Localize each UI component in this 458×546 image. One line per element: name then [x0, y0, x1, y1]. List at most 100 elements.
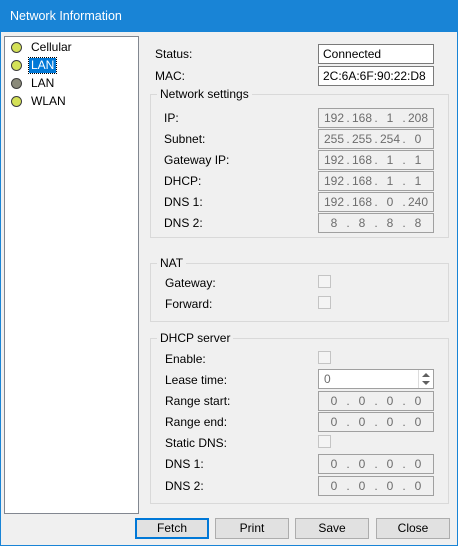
static-dns-checkbox[interactable]	[318, 435, 331, 448]
group-title: NAT	[157, 256, 187, 270]
ip-octet[interactable]: 168	[350, 195, 374, 209]
ip-octet[interactable]: 0	[322, 479, 346, 493]
dns2-label: DNS 2:	[164, 216, 203, 230]
ip-octet[interactable]: 0	[322, 415, 346, 429]
stepper-buttons[interactable]	[418, 370, 433, 388]
ip-octet[interactable]: 1	[406, 174, 430, 188]
dhcp-enable-checkbox[interactable]	[318, 351, 331, 364]
ip-octet[interactable]: 0	[406, 132, 430, 146]
dhcp-label: DHCP:	[164, 174, 202, 188]
ip-octet[interactable]: 0	[378, 479, 402, 493]
nat-group: NAT	[150, 256, 449, 322]
range-end-field[interactable]: 0.0.0.0	[318, 412, 434, 432]
ip-octet[interactable]: 208	[406, 111, 430, 125]
ip-octet[interactable]: 0	[378, 394, 402, 408]
mac-label: MAC:	[155, 69, 185, 83]
details-panel: Status: Connected MAC: 2C:6A:6F:90:22:D8…	[143, 36, 456, 510]
ip-octet[interactable]: 192	[322, 111, 346, 125]
ip-field[interactable]: 192. 168. 1. 208	[318, 108, 434, 128]
tree-item-cellular[interactable]: Cellular	[11, 39, 74, 55]
interface-tree[interactable]: Cellular LAN LAN WLAN	[4, 36, 139, 514]
lease-time-stepper[interactable]: 0	[318, 369, 434, 389]
status-bulb-icon	[11, 95, 22, 107]
ip-octet[interactable]: 0	[350, 479, 374, 493]
nat-gateway-label: Gateway:	[165, 276, 216, 290]
group-title: Network settings	[157, 87, 252, 101]
window-title: Network Information	[0, 0, 458, 32]
dhcp-dns2-field[interactable]: 0.0.0.0	[318, 476, 434, 496]
ip-octet[interactable]: 240	[406, 195, 430, 209]
subnet-label: Subnet:	[164, 132, 206, 146]
close-button[interactable]: Close	[376, 518, 450, 539]
ip-octet[interactable]: 0	[378, 415, 402, 429]
ip-octet[interactable]: 192	[322, 174, 346, 188]
dhcp-dns1-field[interactable]: 0.0.0.0	[318, 454, 434, 474]
print-button[interactable]: Print	[215, 518, 289, 539]
range-start-label: Range start:	[165, 394, 231, 408]
ip-octet[interactable]: 0	[406, 394, 430, 408]
ip-octet[interactable]: 0	[406, 457, 430, 471]
ip-label: IP:	[164, 111, 179, 125]
subnet-field[interactable]: 255. 255. 254. 0	[318, 129, 434, 149]
dhcp-dns2-label: DNS 2:	[165, 479, 204, 493]
dns1-field[interactable]: 192. 168. 0. 240	[318, 192, 434, 212]
ip-octet[interactable]: 0	[406, 415, 430, 429]
ip-octet[interactable]: 0	[350, 394, 374, 408]
static-dns-label: Static DNS:	[165, 436, 228, 450]
tree-item-wlan[interactable]: WLAN	[11, 93, 68, 109]
ip-octet[interactable]: 1	[406, 153, 430, 167]
status-bulb-icon	[11, 77, 22, 89]
ip-octet[interactable]: 0	[406, 479, 430, 493]
tree-item-lan[interactable]: LAN	[11, 56, 58, 74]
tree-item-lan-2[interactable]: LAN	[11, 75, 56, 91]
ip-octet[interactable]: 8	[406, 216, 430, 230]
tree-item-label: LAN	[27, 56, 58, 74]
gateway-ip-label: Gateway IP:	[164, 153, 230, 167]
nat-forward-checkbox[interactable]	[318, 296, 331, 309]
dns2-field[interactable]: 8.8.8.8	[318, 213, 434, 233]
nat-gateway-checkbox[interactable]	[318, 275, 331, 288]
dhcp-dns1-label: DNS 1:	[165, 457, 204, 471]
arrow-up-icon[interactable]	[422, 373, 430, 377]
ip-octet[interactable]: 1	[378, 153, 402, 167]
ip-octet[interactable]: 192	[322, 153, 346, 167]
ip-octet[interactable]: 0	[378, 195, 402, 209]
status-label: Status:	[155, 47, 193, 61]
tree-item-label: WLAN	[31, 93, 66, 108]
ip-octet[interactable]: 255	[350, 132, 374, 146]
ip-octet[interactable]: 0	[378, 457, 402, 471]
ip-octet[interactable]: 8	[378, 216, 402, 230]
ip-octet[interactable]: 1	[378, 174, 402, 188]
nat-forward-label: Forward:	[165, 297, 213, 311]
dns1-label: DNS 1:	[164, 195, 203, 209]
tree-item-label: Cellular	[31, 39, 72, 54]
save-button[interactable]: Save	[295, 518, 369, 539]
status-field[interactable]: Connected	[318, 44, 434, 64]
ip-octet[interactable]: 1	[378, 111, 402, 125]
ip-octet[interactable]: 8	[350, 216, 374, 230]
mac-field[interactable]: 2C:6A:6F:90:22:D8	[318, 66, 434, 86]
status-bulb-icon	[11, 41, 22, 53]
dhcp-field[interactable]: 192. 168. 1. 1	[318, 171, 434, 191]
tree-item-label: LAN	[31, 75, 55, 90]
status-bulb-icon	[11, 59, 22, 71]
gateway-ip-field[interactable]: 192. 168. 1. 1	[318, 150, 434, 170]
ip-octet[interactable]: 254	[378, 132, 402, 146]
ip-octet[interactable]: 168	[350, 111, 374, 125]
ip-octet[interactable]: 192	[322, 195, 346, 209]
range-start-field[interactable]: 0.0.0.0	[318, 391, 434, 411]
lease-time-label: Lease time:	[165, 373, 228, 387]
ip-octet[interactable]: 168	[350, 153, 374, 167]
arrow-down-icon[interactable]	[422, 381, 430, 385]
ip-octet[interactable]: 0	[350, 415, 374, 429]
ip-octet[interactable]: 0	[322, 457, 346, 471]
ip-octet[interactable]: 0	[322, 394, 346, 408]
dhcp-enable-label: Enable:	[165, 352, 206, 366]
ip-octet[interactable]: 8	[322, 216, 346, 230]
group-title: DHCP server	[157, 331, 234, 345]
lease-time-value: 0	[324, 372, 331, 386]
ip-octet[interactable]: 255	[322, 132, 346, 146]
fetch-button[interactable]: Fetch	[135, 518, 209, 539]
ip-octet[interactable]: 168	[350, 174, 374, 188]
ip-octet[interactable]: 0	[350, 457, 374, 471]
